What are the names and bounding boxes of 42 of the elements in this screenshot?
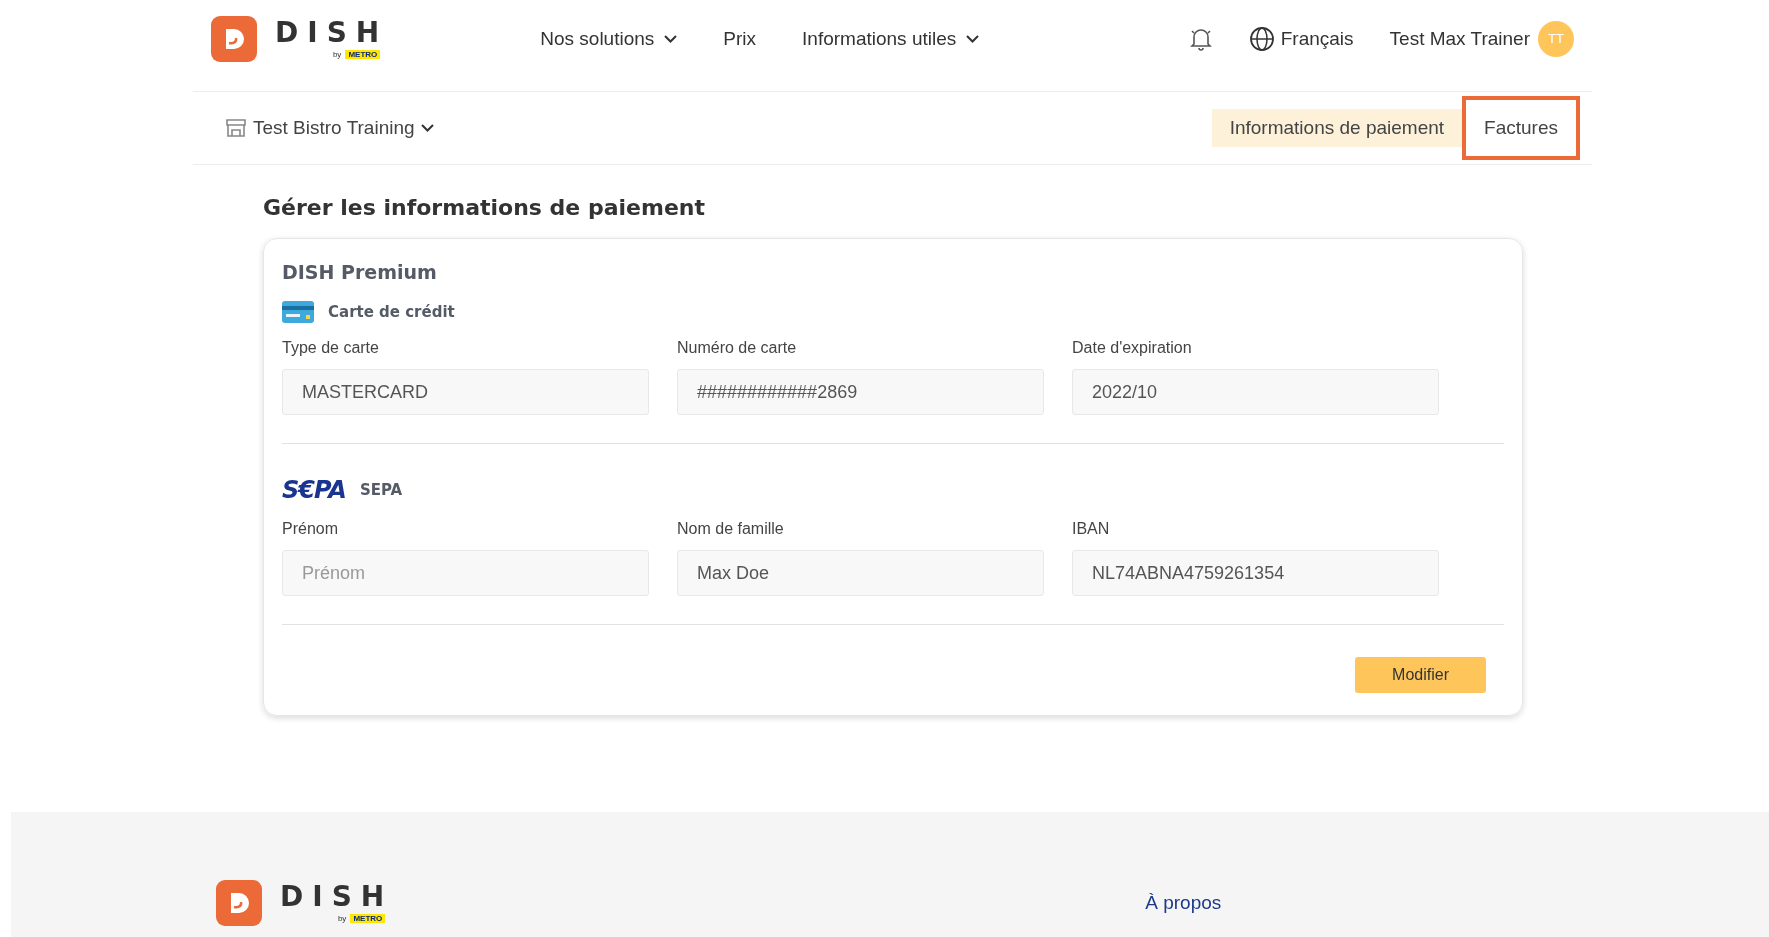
input-field[interactable]: NL74ABNA4759261354 — [1072, 550, 1439, 596]
input-field[interactable]: Prénom — [282, 550, 649, 596]
section-title: SEPA — [359, 481, 403, 499]
plan-title: DISH Premium — [282, 261, 438, 283]
logo-wordmark: DISH — [275, 15, 389, 50]
tab[interactable]: Factures — [1462, 96, 1580, 160]
tab[interactable]: Informations de paiement — [1211, 109, 1463, 147]
field-label: IBAN — [1072, 520, 1111, 538]
user-avatar: TT — [1538, 20, 1574, 57]
nav-link[interactable]: Informations utiles — [802, 27, 980, 50]
restaurant-selector[interactable]: Test Bistro Training — [225, 117, 434, 139]
page-title: Gérer les informations de paiement — [263, 195, 706, 220]
language-selector[interactable]: Français — [1248, 25, 1354, 52]
chevron-down-icon — [966, 34, 980, 43]
field-label: Numéro de carte — [677, 339, 798, 357]
logo-mark — [216, 880, 262, 926]
field-label: Nom de famille — [677, 520, 785, 538]
footer-link[interactable]: À propos — [1145, 892, 1222, 913]
logo-wordmark: DISH — [280, 880, 394, 914]
chevron-down-icon — [420, 124, 434, 132]
nav-link[interactable]: Nos solutions — [540, 27, 678, 50]
field-label: Type de carte — [282, 339, 380, 357]
logo-by-text: by — [337, 914, 347, 923]
logo-brand-tag: METRO — [345, 49, 381, 59]
input-field[interactable]: ############2869 — [677, 369, 1044, 415]
user-menu[interactable]: Test Max Trainer TT — [1389, 20, 1574, 57]
section-title: Carte de crédit — [328, 303, 455, 321]
logo-brand-tag: METRO — [350, 914, 386, 923]
modify-button[interactable]: Modifier — [1355, 657, 1486, 693]
chevron-down-icon — [664, 34, 678, 43]
field-label: Prénom — [282, 520, 340, 538]
credit-card-icon — [282, 301, 314, 323]
globe-icon — [1248, 25, 1275, 52]
logo-mark — [211, 15, 257, 62]
store-icon — [225, 118, 247, 138]
logo-by-text: by — [332, 49, 342, 59]
input-field[interactable]: Max Doe — [677, 550, 1044, 596]
input-field[interactable]: MASTERCARD — [282, 369, 649, 415]
nav-link[interactable]: Prix — [723, 27, 757, 50]
field-label: Date d'expiration — [1072, 339, 1193, 357]
sepa-logo: S€PA — [282, 476, 346, 504]
input-field[interactable]: 2022/10 — [1072, 369, 1439, 415]
